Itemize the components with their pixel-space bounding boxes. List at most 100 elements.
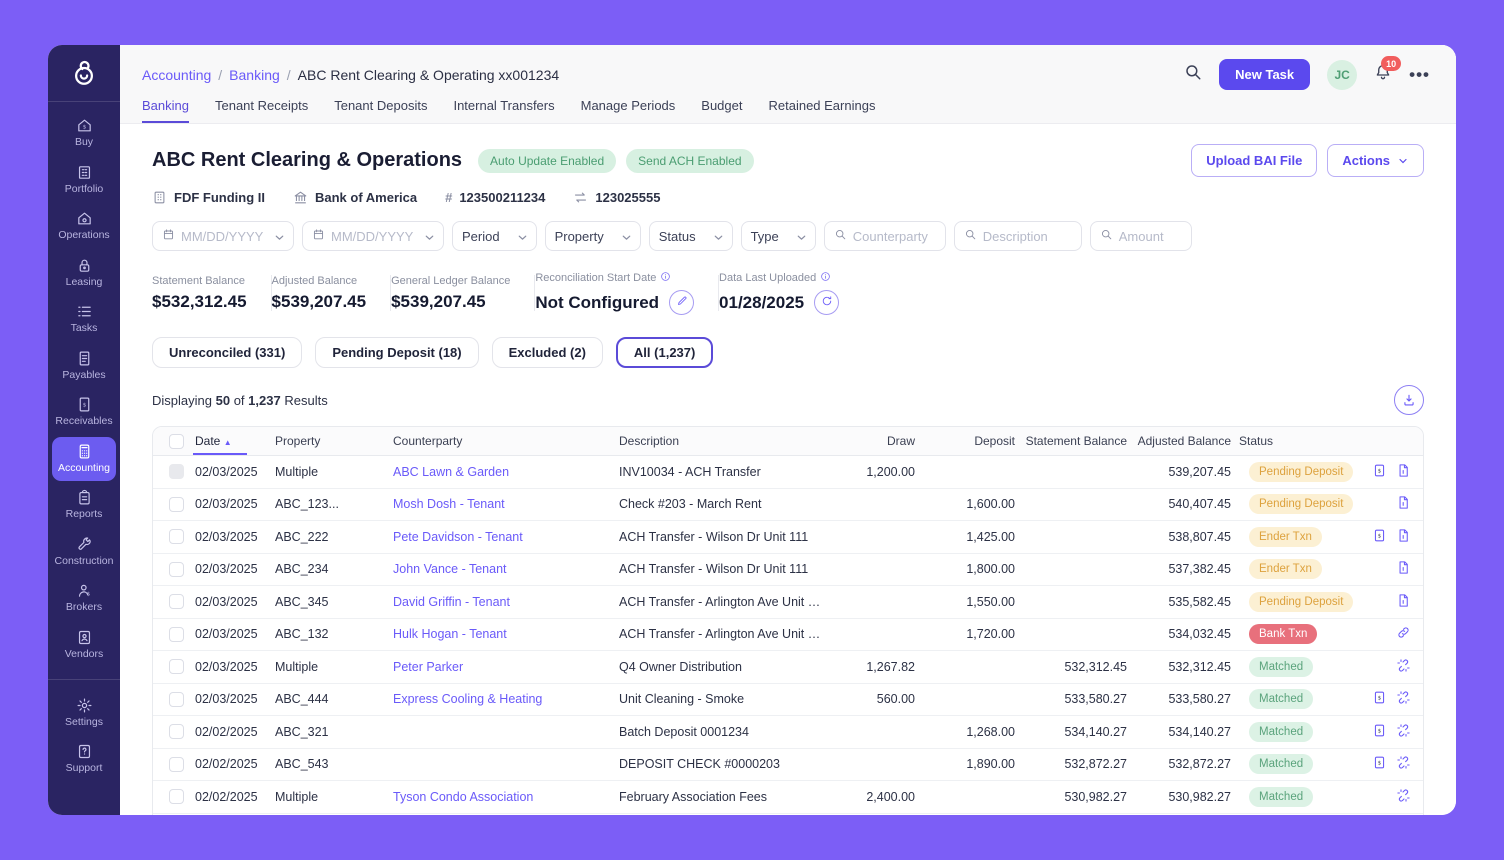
actions-dropdown-button[interactable]: Actions — [1327, 144, 1424, 177]
sidebar-item-leasing[interactable]: Leasing — [52, 251, 116, 296]
row-checkbox[interactable] — [169, 497, 184, 512]
invoice-icon[interactable]: $ — [1372, 755, 1387, 773]
counterparty-link[interactable]: Peter Parker — [393, 660, 463, 674]
edit-button[interactable] — [669, 290, 694, 315]
sidebar-item-support[interactable]: Support — [52, 737, 116, 782]
counterparty-link[interactable]: David Griffin - Tenant — [393, 595, 510, 609]
file-icon[interactable] — [1396, 463, 1411, 481]
column-header-status[interactable]: Status — [1235, 434, 1361, 448]
period-filter-dropdown[interactable]: Period — [452, 221, 537, 251]
unlink-icon[interactable] — [1396, 788, 1411, 806]
unlink-icon[interactable] — [1396, 690, 1411, 708]
table-row[interactable]: 02/03/2025ABC_132Hulk Hogan - TenantACH … — [153, 619, 1423, 652]
file-icon[interactable] — [1396, 495, 1411, 513]
breadcrumb-item[interactable]: Banking — [229, 67, 280, 83]
row-checkbox[interactable] — [169, 789, 184, 804]
sidebar-item-accounting[interactable]: Accounting — [52, 437, 116, 482]
row-checkbox[interactable] — [169, 724, 184, 739]
file-icon[interactable] — [1396, 528, 1411, 546]
table-row[interactable]: 02/02/2025ABC_543DEPOSIT CHECK #00002031… — [153, 749, 1423, 782]
row-checkbox[interactable] — [169, 594, 184, 609]
brand-logo[interactable] — [48, 45, 120, 102]
pill-excluded-2[interactable]: Excluded (2) — [492, 337, 603, 368]
row-checkbox[interactable] — [169, 627, 184, 642]
new-task-button[interactable]: New Task — [1219, 59, 1310, 90]
unlink-icon[interactable] — [1396, 755, 1411, 773]
column-header-deposit[interactable]: Deposit — [919, 434, 1019, 448]
counterparty-link[interactable]: Express Cooling & Heating — [393, 692, 542, 706]
table-row[interactable]: 02/03/2025ABC_123...Mosh Dosh - TenantCh… — [153, 489, 1423, 522]
table-row[interactable]: 02/02/2025ABC_787Plumb GoodABC3409 - Che… — [153, 814, 1423, 816]
description-search-input[interactable]: Description — [954, 221, 1082, 251]
info-icon[interactable] — [660, 271, 671, 285]
table-row[interactable]: 02/03/2025MultipleABC Lawn & GardenINV10… — [153, 456, 1423, 489]
invoice-icon[interactable]: $ — [1372, 723, 1387, 741]
table-row[interactable]: 02/03/2025MultiplePeter ParkerQ4 Owner D… — [153, 651, 1423, 684]
avatar[interactable]: JC — [1327, 60, 1357, 90]
tab-retained-earnings[interactable]: Retained Earnings — [768, 98, 875, 123]
table-row[interactable]: 02/02/2025MultipleTyson Condo Associatio… — [153, 781, 1423, 814]
row-checkbox[interactable] — [169, 757, 184, 772]
column-header-statement-balance[interactable]: Statement Balance — [1019, 434, 1131, 448]
tab-budget[interactable]: Budget — [701, 98, 742, 123]
pill-pending-deposit-18[interactable]: Pending Deposit (18) — [315, 337, 478, 368]
file-icon[interactable] — [1396, 560, 1411, 578]
tab-manage-periods[interactable]: Manage Periods — [581, 98, 676, 123]
info-icon[interactable] — [820, 271, 831, 285]
invoice-icon[interactable]: $ — [1372, 690, 1387, 708]
invoice-icon[interactable]: $ — [1372, 528, 1387, 546]
counterparty-link[interactable]: Hulk Hogan - Tenant — [393, 627, 507, 641]
column-header-description[interactable]: Description — [615, 434, 827, 448]
end-date-input[interactable]: MM/DD/YYYY — [302, 221, 444, 251]
select-all-checkbox[interactable] — [169, 434, 184, 449]
counterparty-link[interactable]: Mosh Dosh - Tenant — [393, 497, 505, 511]
sidebar-item-brokers[interactable]: $Brokers — [52, 576, 116, 621]
sidebar-item-payables[interactable]: Payables — [52, 344, 116, 389]
invoice-icon[interactable]: $ — [1372, 463, 1387, 481]
upload-bai-file-button[interactable]: Upload BAI File — [1191, 144, 1317, 177]
sidebar-item-tasks[interactable]: Tasks — [52, 297, 116, 342]
amount-search-input[interactable]: Amount — [1090, 221, 1192, 251]
notifications-button[interactable]: 10 — [1374, 63, 1392, 86]
sidebar-item-buy[interactable]: $Buy — [52, 111, 116, 156]
download-button[interactable] — [1394, 385, 1424, 415]
table-row[interactable]: 02/03/2025ABC_234John Vance - TenantACH … — [153, 554, 1423, 587]
sidebar-item-reports[interactable]: Reports — [52, 483, 116, 528]
column-header-adjusted-balance[interactable]: Adjusted Balance — [1131, 434, 1235, 448]
column-header-draw[interactable]: Draw — [827, 434, 919, 448]
tab-internal-transfers[interactable]: Internal Transfers — [453, 98, 554, 123]
property-filter-dropdown[interactable]: Property — [545, 221, 641, 251]
tab-tenant-receipts[interactable]: Tenant Receipts — [215, 98, 308, 123]
refresh-button[interactable] — [814, 290, 839, 315]
unlink-icon[interactable] — [1396, 658, 1411, 676]
file-icon[interactable] — [1396, 593, 1411, 611]
row-checkbox[interactable] — [169, 659, 184, 674]
tab-tenant-deposits[interactable]: Tenant Deposits — [334, 98, 427, 123]
breadcrumb-item[interactable]: Accounting — [142, 67, 211, 83]
table-row[interactable]: 02/03/2025ABC_345David Griffin - TenantA… — [153, 586, 1423, 619]
sidebar-item-receivables[interactable]: $Receivables — [52, 390, 116, 435]
unlink-icon[interactable] — [1396, 723, 1411, 741]
table-row[interactable]: 02/03/2025ABC_444Express Cooling & Heati… — [153, 684, 1423, 717]
sidebar-item-construction[interactable]: Construction — [52, 530, 116, 575]
sidebar-item-operations[interactable]: Operations — [52, 204, 116, 249]
more-menu-icon[interactable]: ••• — [1409, 65, 1430, 85]
table-row[interactable]: 02/02/2025ABC_321Batch Deposit 00012341,… — [153, 716, 1423, 749]
pill-unreconciled-331[interactable]: Unreconciled (331) — [152, 337, 302, 368]
pill-all-1-237[interactable]: All (1,237) — [616, 337, 713, 368]
counterparty-link[interactable]: Tyson Condo Association — [393, 790, 533, 804]
sidebar-item-vendors[interactable]: Vendors — [52, 623, 116, 668]
link-icon[interactable] — [1396, 625, 1411, 643]
column-header-counterparty[interactable]: Counterparty — [389, 434, 615, 448]
counterparty-link[interactable]: ABC Lawn & Garden — [393, 465, 509, 479]
counterparty-search-input[interactable]: Counterparty — [824, 221, 946, 251]
search-icon[interactable] — [1184, 63, 1202, 86]
sidebar-item-settings[interactable]: Settings — [52, 691, 116, 736]
tab-banking[interactable]: Banking — [142, 98, 189, 123]
status-filter-dropdown[interactable]: Status — [649, 221, 733, 251]
column-header-date[interactable]: Date ▲ — [191, 434, 271, 448]
row-checkbox[interactable] — [169, 562, 184, 577]
column-header-property[interactable]: Property — [271, 434, 389, 448]
counterparty-link[interactable]: John Vance - Tenant — [393, 562, 507, 576]
row-checkbox[interactable] — [169, 692, 184, 707]
